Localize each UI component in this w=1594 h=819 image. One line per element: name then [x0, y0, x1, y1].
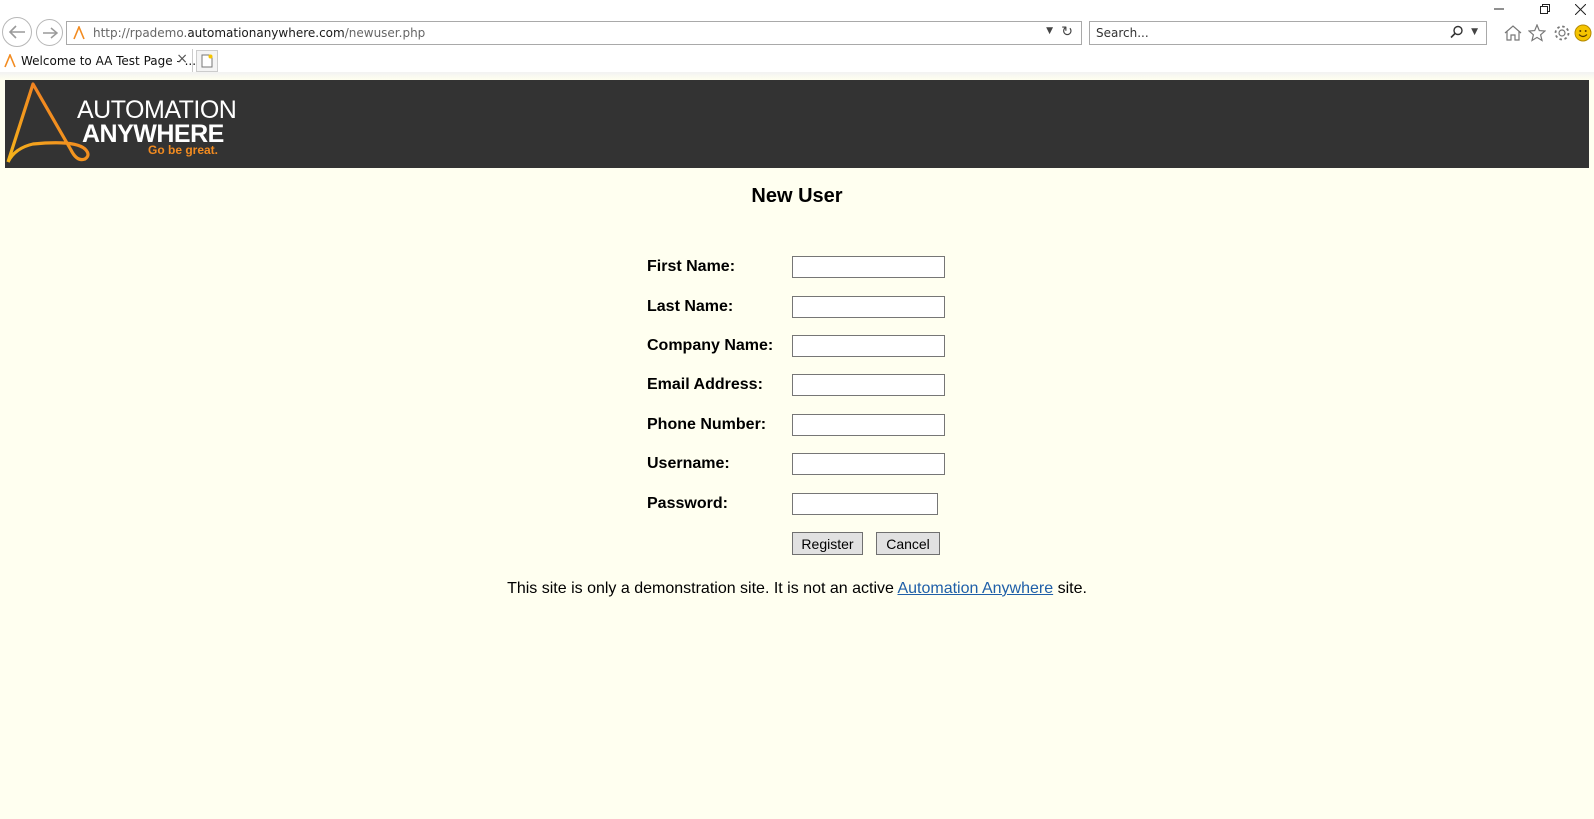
home-button[interactable] [1502, 22, 1524, 44]
close-window-button[interactable] [1566, 0, 1594, 18]
site-favicon [69, 26, 89, 40]
tab-favicon [3, 54, 17, 68]
header-banner: AUTOMATION ANYWHERE Go be great. [5, 80, 1589, 168]
company-name-label: Company Name: [647, 337, 774, 354]
refresh-icon[interactable]: ↻ [1061, 24, 1073, 40]
search-icon[interactable] [1450, 25, 1464, 42]
first-name-field[interactable] [792, 256, 945, 278]
minimize-icon [1494, 8, 1504, 10]
back-arrow-icon [8, 25, 25, 39]
tab-active[interactable]: Welcome to AA Test Page - ... × [0, 49, 197, 73]
feedback-button[interactable] [1572, 22, 1594, 44]
automation-anywhere-link[interactable]: Automation Anywhere [897, 580, 1053, 597]
settings-gear-icon [1554, 25, 1570, 41]
company-name-field[interactable] [792, 335, 945, 357]
demo-notice: This site is only a demonstration site. … [0, 580, 1594, 598]
close-icon [1574, 3, 1586, 15]
phone-number-label: Phone Number: [647, 416, 767, 433]
last-name-label: Last Name: [647, 298, 734, 315]
password-field[interactable] [792, 493, 938, 515]
tab-title: Welcome to AA Test Page - ... [21, 54, 197, 68]
back-button[interactable] [2, 17, 32, 47]
restore-button[interactable] [1522, 0, 1568, 18]
smiley-feedback-icon [1574, 24, 1592, 42]
notice-text-before: This site is only a demonstration site. … [507, 580, 898, 597]
page-title: New User [751, 185, 843, 207]
home-icon [1504, 25, 1522, 41]
email-address-field[interactable] [792, 374, 945, 396]
last-name-field[interactable] [792, 296, 945, 318]
logo-tagline: Go be great. [148, 143, 219, 157]
new-tab-button[interactable] [196, 50, 218, 72]
first-name-label: First Name: [647, 258, 736, 275]
forward-button[interactable] [36, 19, 63, 46]
tab-divider [0, 72, 1594, 80]
search-input[interactable] [1096, 26, 1426, 40]
phone-number-field[interactable] [792, 414, 945, 436]
forward-arrow-icon [42, 26, 58, 39]
username-field[interactable] [792, 453, 945, 475]
cancel-button[interactable]: Cancel [876, 532, 940, 555]
favorites-star-icon [1528, 24, 1546, 42]
notice-text-after: site. [1053, 580, 1087, 597]
minimize-button[interactable] [1476, 0, 1522, 18]
search-dropdown-icon[interactable]: ▼ [1471, 27, 1478, 37]
new-tab-icon [201, 54, 213, 68]
restore-icon [1540, 4, 1550, 14]
address-bar[interactable]: http://rpademo.automationanywhere.com/ne… [66, 21, 1082, 45]
browser-chrome: http://rpademo.automationanywhere.com/ne… [0, 0, 1594, 80]
email-address-label: Email Address: [647, 376, 763, 393]
password-label: Password: [647, 495, 728, 512]
tab-strip: Welcome to AA Test Page - ... × [0, 49, 1594, 73]
url-text: http://rpademo.automationanywhere.com/ne… [93, 26, 426, 40]
favorites-button[interactable] [1526, 22, 1548, 44]
register-button[interactable]: Register [792, 532, 863, 555]
dropdown-arrow-icon[interactable]: ▼ [1046, 26, 1053, 36]
settings-button[interactable] [1551, 22, 1573, 44]
username-label: Username: [647, 455, 730, 472]
tab-close-icon[interactable]: × [176, 51, 188, 67]
search-box[interactable]: ▼ [1089, 21, 1487, 45]
